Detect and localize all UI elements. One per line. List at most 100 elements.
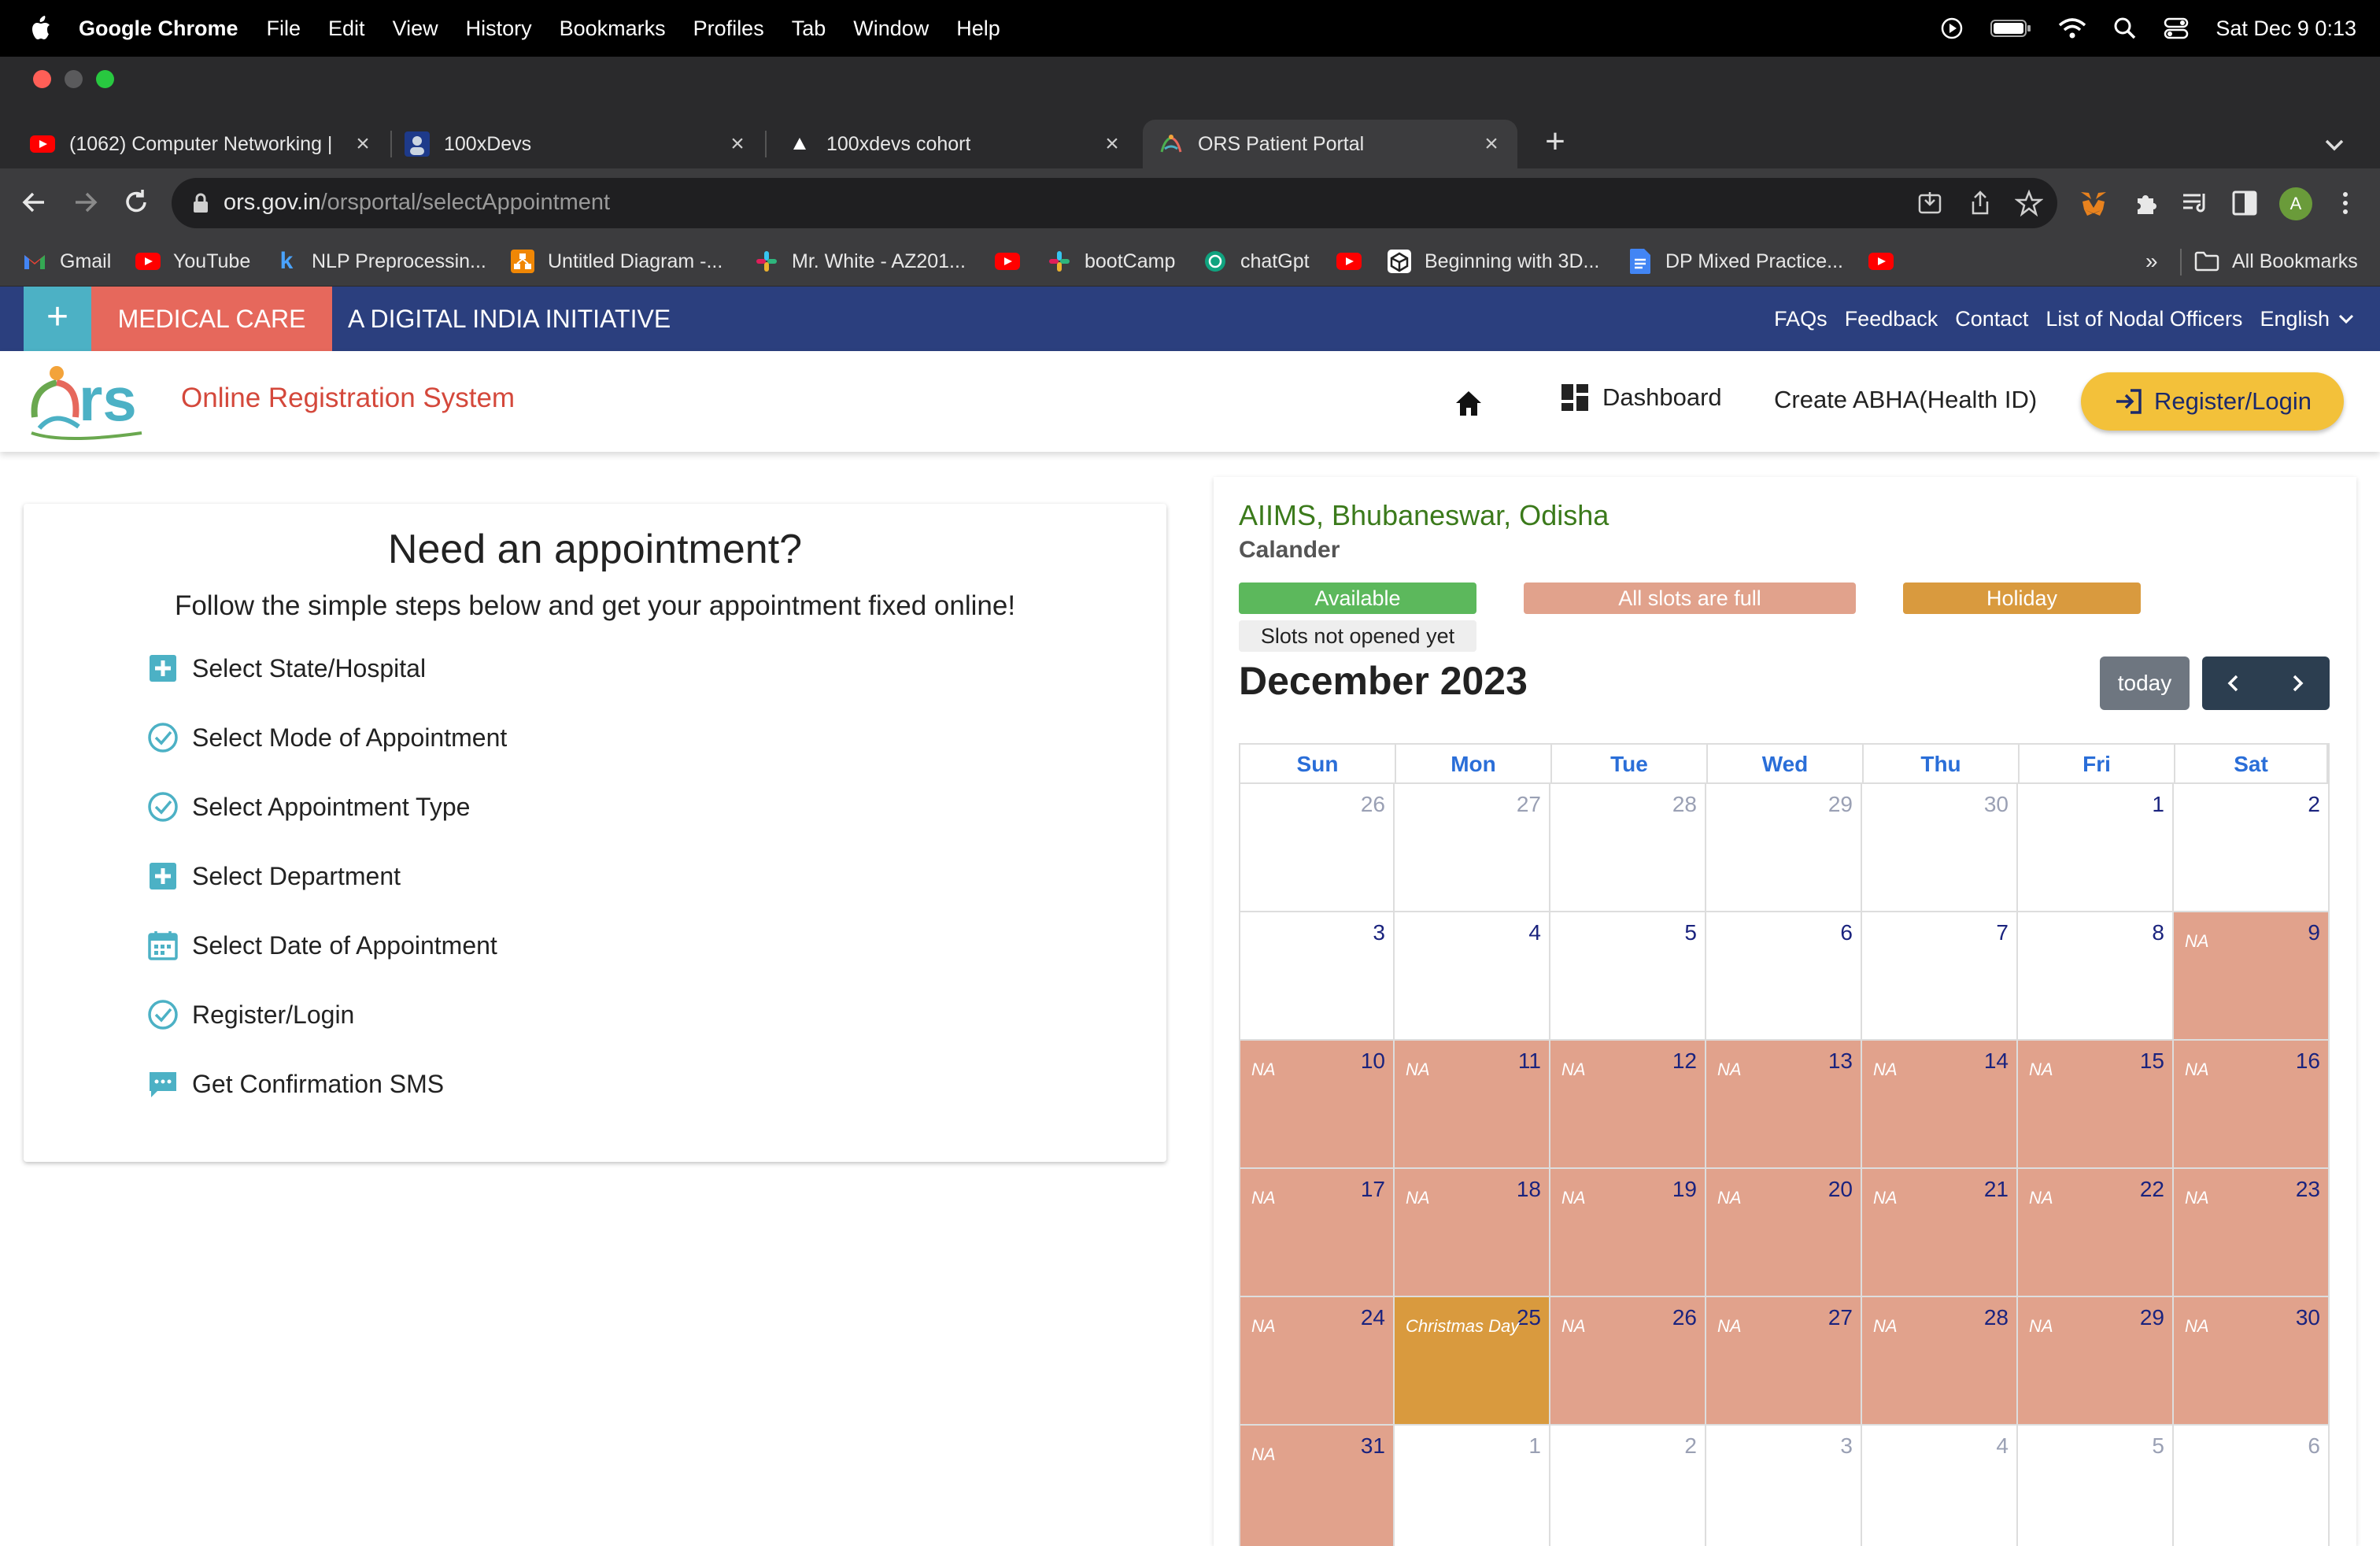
apple-icon[interactable] (28, 14, 52, 43)
calendar-day[interactable]: 2 (2174, 784, 2330, 912)
calendar-day[interactable]: 18 NA (1395, 1169, 1550, 1297)
close-tab-icon[interactable]: × (349, 131, 376, 157)
calendar-day[interactable]: 1 (1395, 1426, 1550, 1546)
calendar-day[interactable]: 11 NA (1395, 1041, 1550, 1169)
calendar-day[interactable]: 17 NA (1239, 1169, 1395, 1297)
create-abha-link[interactable]: Create ABHA(Health ID) (1774, 386, 2037, 414)
lock-icon[interactable] (192, 192, 209, 214)
calendar-day[interactable]: 3 (1239, 912, 1395, 1041)
bookmark-nlp[interactable]: k NLP Preprocessin... (274, 246, 486, 277)
bookmark-youtube-2[interactable] (995, 246, 1033, 277)
calendar-day[interactable]: 15 NA (2018, 1041, 2174, 1169)
new-tab-button[interactable]: + (1538, 124, 1572, 161)
side-panel-icon[interactable] (2229, 187, 2260, 219)
menu-bookmarks[interactable]: Bookmarks (560, 17, 666, 41)
spotlight-icon[interactable] (2113, 17, 2137, 40)
bookmark-youtube[interactable]: YouTube (135, 246, 250, 277)
calendar-day[interactable]: 2 (1550, 1426, 1706, 1546)
contact-link[interactable]: Contact (1955, 307, 2028, 331)
calendar-day[interactable]: 5 (2018, 1426, 2174, 1546)
bookmark-star-icon[interactable] (2015, 189, 2043, 217)
menu-file[interactable]: File (267, 17, 301, 41)
menu-profiles[interactable]: Profiles (693, 17, 764, 41)
address-bar[interactable]: ors.gov.in/orsportal/selectAppointment (172, 178, 2057, 228)
wifi-icon[interactable] (2058, 17, 2086, 39)
plus-button[interactable]: + (24, 287, 91, 351)
control-center-icon[interactable] (2164, 17, 2189, 39)
today-button[interactable]: today (2100, 656, 2190, 710)
tab-100xdevs[interactable]: 100xDevs × (394, 120, 763, 168)
menu-history[interactable]: History (466, 17, 532, 41)
calendar-day[interactable]: 8 (2018, 912, 2174, 1041)
menu-tab[interactable]: Tab (792, 17, 826, 41)
close-tab-icon[interactable]: × (1478, 131, 1505, 157)
bookmark-gmail[interactable]: Gmail (22, 246, 111, 277)
calendar-day[interactable]: 29 (1706, 784, 1862, 912)
calendar-day[interactable]: 9 NA (2174, 912, 2330, 1041)
install-app-icon[interactable] (1916, 189, 1944, 217)
calendar-day[interactable]: 14 NA (1862, 1041, 2018, 1169)
nodal-officers-link[interactable]: List of Nodal Officers (2046, 307, 2242, 331)
back-icon[interactable] (17, 186, 50, 219)
home-icon[interactable] (1453, 387, 1484, 419)
calendar-day[interactable]: 1 (2018, 784, 2174, 912)
bookmark-beginning-3d[interactable]: Beginning with 3D... (1387, 246, 1599, 277)
menu-app-name[interactable]: Google Chrome (79, 17, 238, 41)
calendar-day[interactable]: 3 (1706, 1426, 1862, 1546)
prev-month-button[interactable] (2202, 656, 2266, 710)
calendar-day[interactable]: 7 (1862, 912, 2018, 1041)
bookmarks-overflow-button[interactable]: » (2145, 246, 2158, 277)
calendar-day[interactable]: 29 NA (2018, 1297, 2174, 1426)
tab-ors-patient-portal[interactable]: ORS Patient Portal × (1143, 120, 1517, 168)
calendar-day[interactable]: 4 (1395, 912, 1550, 1041)
ors-logo[interactable]: rs (24, 357, 162, 446)
menu-edit[interactable]: Edit (328, 17, 365, 41)
battery-icon[interactable] (1990, 18, 2031, 39)
faqs-link[interactable]: FAQs (1774, 307, 1828, 331)
forward-icon[interactable] (69, 186, 102, 219)
bookmark-dp-mixed[interactable]: DP Mixed Practice... (1628, 246, 1843, 277)
calendar-day[interactable]: 21 NA (1862, 1169, 2018, 1297)
close-tab-icon[interactable]: × (724, 131, 751, 157)
calendar-day[interactable]: 28 NA (1862, 1297, 2018, 1426)
calendar-day[interactable]: 13 NA (1706, 1041, 1862, 1169)
profile-avatar[interactable]: A (2279, 187, 2312, 220)
menu-view[interactable]: View (393, 17, 438, 41)
calendar-day[interactable]: 5 (1550, 912, 1706, 1041)
bookmark-chatgpt[interactable]: chatGpt (1203, 246, 1310, 277)
calendar-day[interactable]: 23 NA (2174, 1169, 2330, 1297)
calendar-day[interactable]: 20 NA (1706, 1169, 1862, 1297)
calendar-day[interactable]: 19 NA (1550, 1169, 1706, 1297)
extensions-icon[interactable] (2130, 187, 2161, 219)
bookmark-bootcamp[interactable]: bootCamp (1047, 246, 1175, 277)
calendar-day[interactable]: 27 NA (1706, 1297, 1862, 1426)
calendar-day[interactable]: 4 (1862, 1426, 2018, 1546)
minimize-window-button[interactable] (65, 70, 83, 88)
all-bookmarks-button[interactable]: All Bookmarks (2194, 246, 2358, 277)
bookmark-youtube-4[interactable] (1868, 246, 1906, 277)
reading-list-icon[interactable] (2179, 187, 2210, 219)
feedback-link[interactable]: Feedback (1845, 307, 1938, 331)
tab-search-chevron-icon[interactable] (2319, 129, 2350, 161)
bookmark-untitled-diagram[interactable]: Untitled Diagram -... (510, 246, 722, 277)
brand-name[interactable]: Online Registration System (181, 383, 515, 414)
calendar-day[interactable]: 12 NA (1550, 1041, 1706, 1169)
register-login-button[interactable]: Register/Login (2081, 372, 2344, 431)
calendar-day[interactable]: 24 NA (1239, 1297, 1395, 1426)
reload-icon[interactable] (120, 186, 153, 219)
menu-window[interactable]: Window (853, 17, 929, 41)
calendar-day[interactable]: 22 NA (2018, 1169, 2174, 1297)
close-tab-icon[interactable]: × (1099, 131, 1125, 157)
calendar-day[interactable]: 26 NA (1550, 1297, 1706, 1426)
calendar-day[interactable]: 30 NA (2174, 1297, 2330, 1426)
calendar-day[interactable]: 25 Christmas Day (1395, 1297, 1550, 1426)
clock[interactable]: Sat Dec 9 0:13 (2216, 17, 2356, 41)
calendar-day[interactable]: 28 (1550, 784, 1706, 912)
calendar-day[interactable]: 27 (1395, 784, 1550, 912)
language-select[interactable]: English (2260, 307, 2356, 331)
calendar-day[interactable]: 31 NA (1239, 1426, 1395, 1546)
share-icon[interactable] (1966, 189, 1994, 217)
calendar-day[interactable]: 6 (2174, 1426, 2330, 1546)
metamask-icon[interactable] (2078, 187, 2109, 219)
calendar-day[interactable]: 16 NA (2174, 1041, 2330, 1169)
